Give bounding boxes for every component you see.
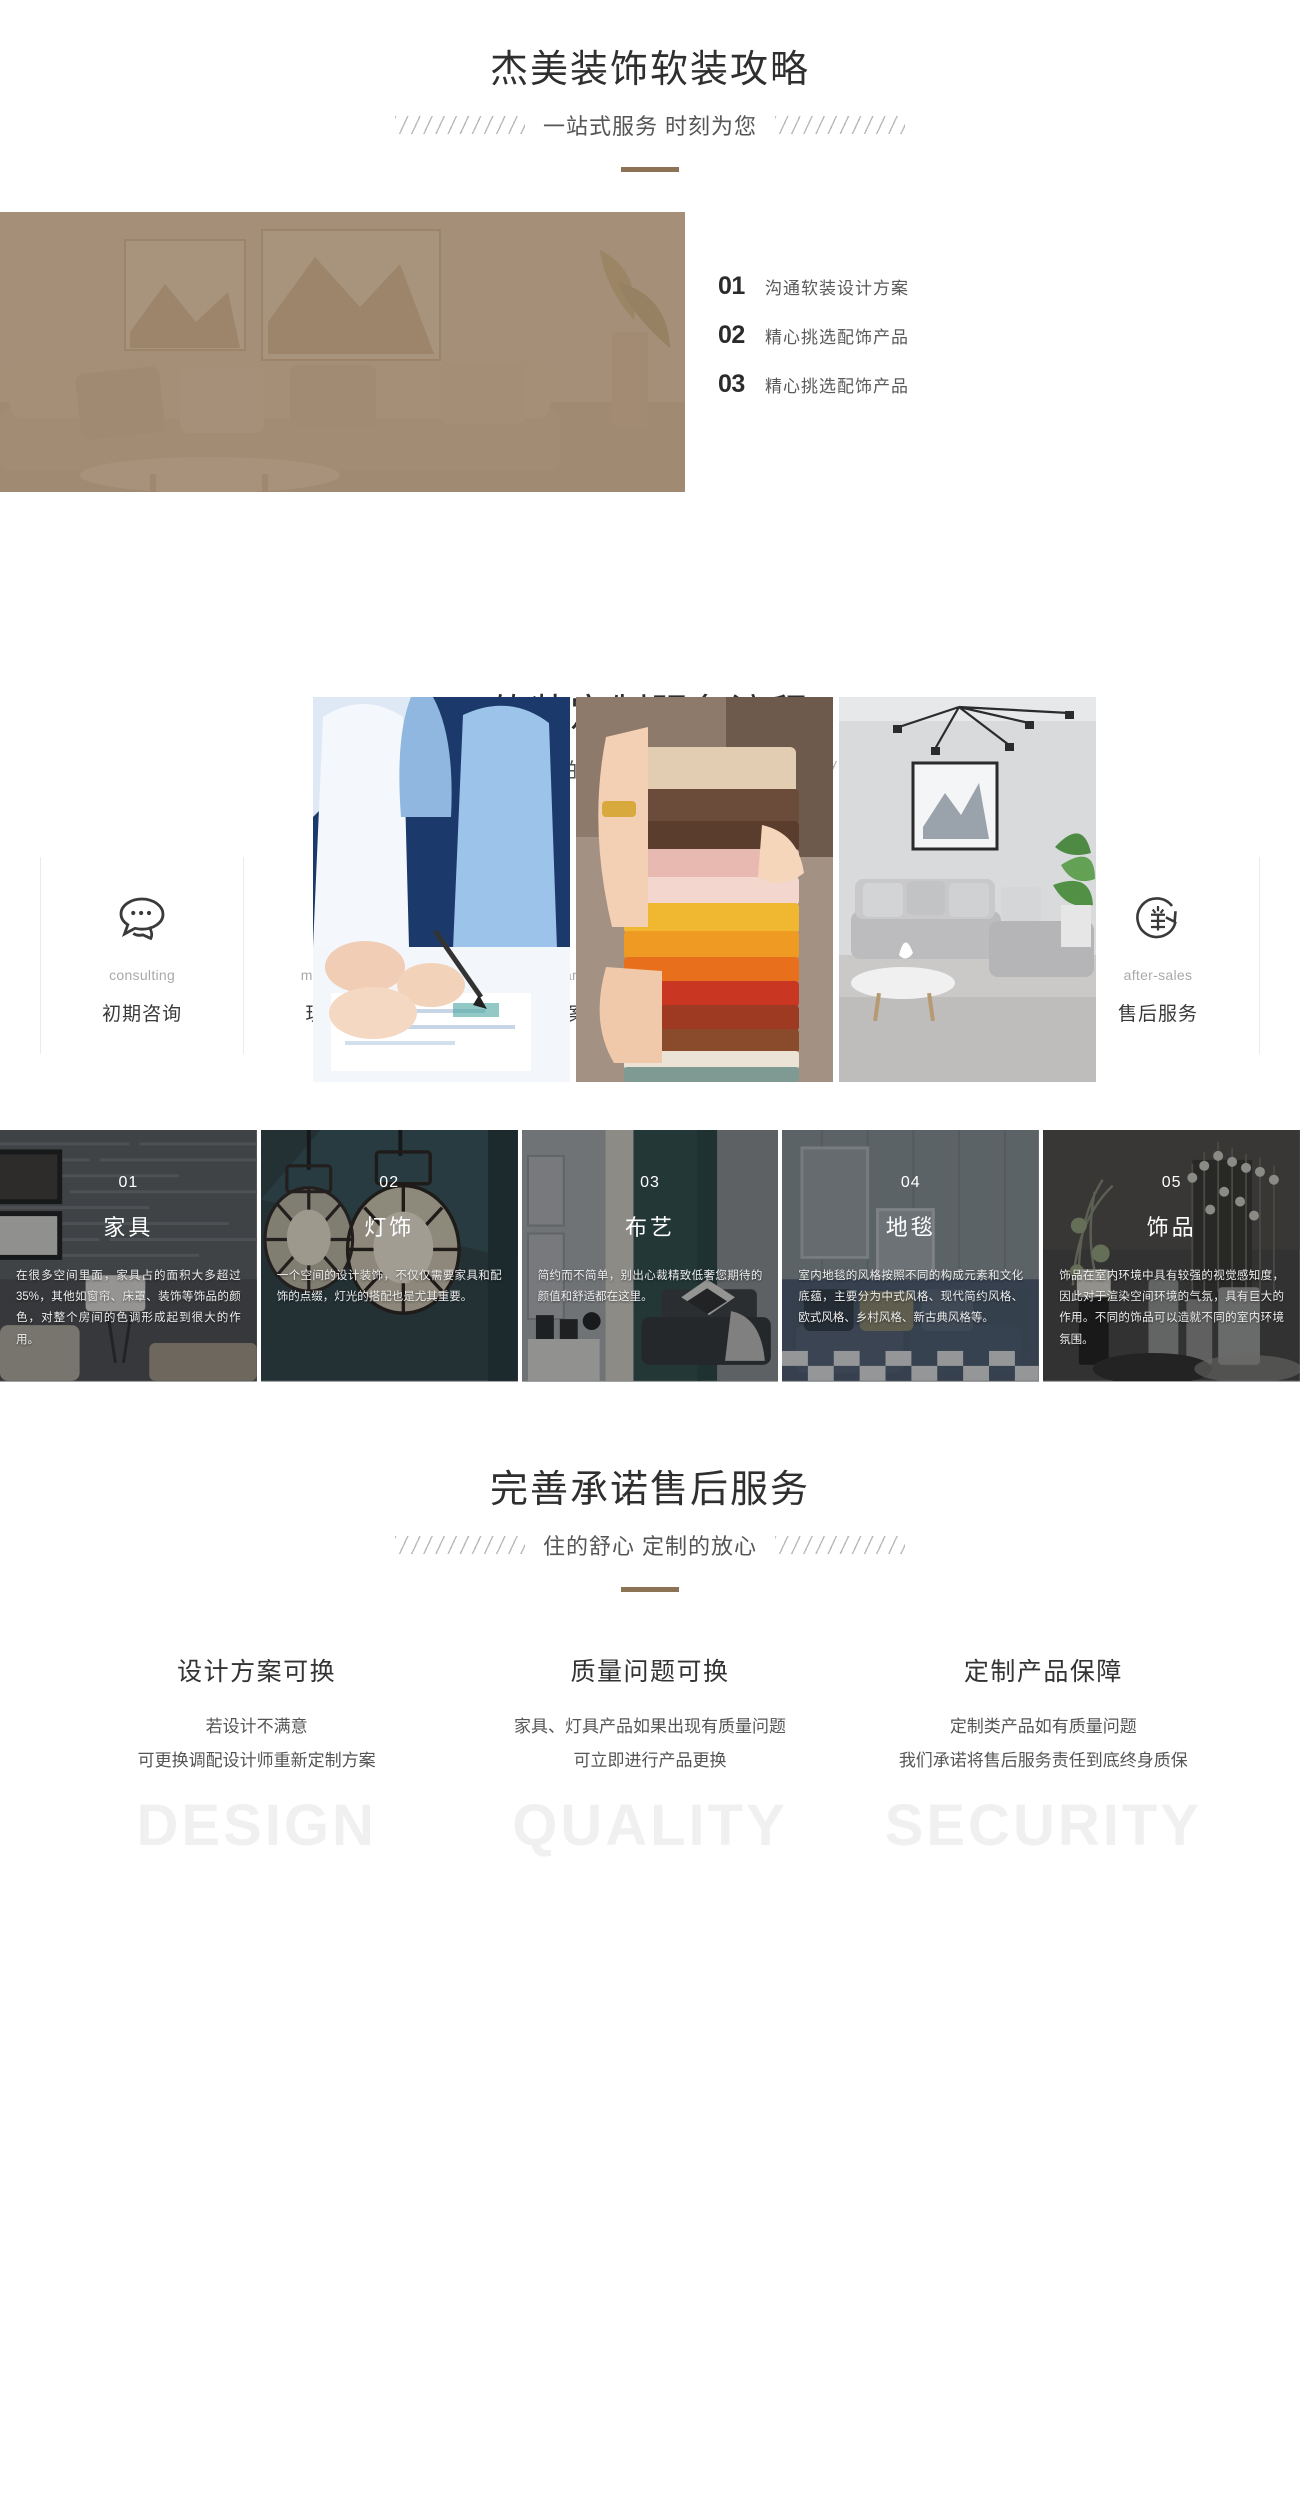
hero-step-item: 02 精心挑选配饰产品 [718, 321, 909, 350]
card-title: 家具 [103, 1214, 154, 1240]
promise-line-1: 若设计不满意 [205, 1717, 308, 1737]
card-description: 饰品在室内环境中具有较强的视觉感知度，因此对于渲染空间环境的气氛，具有巨大的作用… [1059, 1269, 1284, 1346]
card-content: 04 地毯 室内地毯的风格按照不同的构成元素和文化底蕴，主要分为中式风格、现代简… [782, 1130, 1039, 1382]
promise-heading: 定制产品保障 [963, 1658, 1123, 1687]
hatch-decoration-left [394, 116, 525, 135]
hero-step-number: 02 [718, 321, 745, 350]
category-card-decor[interactable]: 05 饰品 饰品在室内环境中具有较强的视觉感知度，因此对于渲染空间环境的气氛，具… [1043, 1129, 1300, 1382]
hero-step-number: 01 [718, 272, 745, 301]
category-card-grid: 01 家具 在很多空间里面，家具占的面积大多超过35%，其他如窗帘、床罩、装饰等… [0, 1129, 1300, 1382]
promise-line-2: 可立即进行产品更换 [573, 1750, 727, 1770]
hero-photo-consultation [313, 697, 570, 1083]
card-number: 04 [900, 1173, 921, 1191]
hatch-decoration-right [775, 1536, 906, 1555]
bottom-spacer [0, 1859, 1300, 1949]
card-description: 室内地毯的风格按照不同的构成元素和文化底蕴，主要分为中式风格、现代简约风格、欧式… [798, 1269, 1024, 1325]
chat-bubble-icon [45, 889, 239, 951]
hero-color-tint [0, 212, 685, 493]
hero-block: 01 沟通软装设计方案 02 精心挑选配饰产品 03 精心挑选配饰产品 [0, 212, 1300, 1083]
card-description: 简约而不简单，别出心裁精致低奢您期待的颜值和舒适都在这里。 [537, 1269, 763, 1304]
promise-line-1: 家具、灯具产品如果出现有质量问题 [513, 1717, 786, 1737]
hero-photo-fabric [576, 697, 833, 1083]
hero-step-label: 精心挑选配饰产品 [765, 377, 909, 397]
hero-photo-row [313, 697, 1096, 1083]
promise-subtitle: 住的舒心 定制的放心 [542, 1534, 758, 1560]
hatch-decoration-right [775, 116, 906, 135]
card-number: 03 [640, 1173, 660, 1191]
hero-subtitle-row: 一站式服务 时刻为您 [0, 109, 1300, 141]
card-content: 03 布艺 简约而不简单，别出心裁精致低奢您期待的颜值和舒适都在这里。 [522, 1130, 779, 1382]
card-number: 05 [1161, 1173, 1182, 1191]
hero-background-image [0, 212, 685, 493]
promise-line-2: 我们承诺将售后服务责任到底终身质保 [898, 1750, 1188, 1770]
hero-steps-list: 01 沟通软装设计方案 02 精心挑选配饰产品 03 精心挑选配饰产品 [718, 272, 909, 419]
card-number: 02 [379, 1173, 400, 1191]
hero-step-label: 精心挑选配饰产品 [765, 328, 909, 348]
promise-line-2: 可更换调配设计师重新定制方案 [137, 1750, 376, 1770]
promise-watermark: QUALITY [512, 1792, 788, 1858]
promise-line-1: 定制类产品如有质量问题 [949, 1717, 1137, 1737]
category-card-textiles[interactable]: 03 布艺 简约而不简单，别出心裁精致低奢您期待的颜值和舒适都在这里。 [521, 1129, 779, 1382]
promise-heading: 质量问题可换 [570, 1658, 730, 1687]
promise-item-design: 设计方案可换 若设计不满意 可更换调配设计师重新定制方案 DESIGN [60, 1652, 453, 1859]
card-title: 地毯 [885, 1214, 936, 1240]
hero-step-number: 03 [718, 370, 745, 399]
promise-title: 完善承诺售后服务 [489, 1468, 810, 1511]
signing-contract-illustration [313, 697, 570, 1083]
promise-columns: 设计方案可换 若设计不满意 可更换调配设计师重新定制方案 DESIGN 质量问题… [60, 1652, 1240, 1859]
process-step-cn-label: 初期咨询 [102, 1003, 183, 1025]
hero-photo-livingroom [839, 697, 1096, 1083]
hero-step-label: 沟通软装设计方案 [765, 279, 909, 299]
hero-section-header: 杰美装饰软装攻略 一站式服务 时刻为您 [0, 0, 1300, 173]
card-content: 05 饰品 饰品在室内环境中具有较强的视觉感知度，因此对于渲染空间环境的气氛，具… [1043, 1130, 1300, 1382]
accent-bar [621, 1587, 679, 1593]
accent-bar [621, 167, 679, 173]
category-card-carpet[interactable]: 04 地毯 室内地毯的风格按照不同的构成元素和文化底蕴，主要分为中式风格、现代简… [782, 1129, 1040, 1382]
hero-step-item: 03 精心挑选配饰产品 [718, 370, 909, 399]
promise-item-quality: 质量问题可换 家具、灯具产品如果出现有质量问题 可立即进行产品更换 QUALIT… [453, 1652, 846, 1859]
card-title: 布艺 [624, 1214, 675, 1240]
promise-watermark: DESIGN [136, 1792, 377, 1858]
card-content: 02 灯饰 一个空间的设计装饰，不仅仅需要家具和配饰的点缀，灯光的搭配也是尤其重… [261, 1130, 518, 1382]
promise-watermark: SECURITY [884, 1792, 1202, 1858]
card-number: 01 [118, 1173, 139, 1191]
category-card-lighting[interactable]: 02 灯饰 一个空间的设计装饰，不仅仅需要家具和配饰的点缀，灯光的搭配也是尤其重… [260, 1129, 518, 1382]
promise-subtitle-row: 住的舒心 定制的放心 [0, 1529, 1300, 1561]
hero-subtitle: 一站式服务 时刻为您 [542, 114, 758, 140]
hatch-decoration-left [394, 1536, 525, 1555]
promise-item-security: 定制产品保障 定制类产品如有质量问题 我们承诺将售后服务责任到底终身质保 SEC… [847, 1652, 1240, 1859]
grey-livingroom-illustration [839, 697, 1096, 1083]
process-step-en-label: consulting [109, 966, 176, 983]
fabric-swatches-illustration [576, 697, 833, 1083]
card-title: 灯饰 [364, 1214, 415, 1240]
card-description: 在很多空间里面，家具占的面积大多超过35%，其他如窗帘、床罩、装饰等饰品的颜色，… [16, 1269, 241, 1346]
category-card-furniture[interactable]: 01 家具 在很多空间里面，家具占的面积大多超过35%，其他如窗帘、床罩、装饰等… [0, 1129, 257, 1382]
card-title: 饰品 [1146, 1214, 1197, 1240]
card-content: 01 家具 在很多空间里面，家具占的面积大多超过35%，其他如窗帘、床罩、装饰等… [0, 1130, 257, 1382]
card-description: 一个空间的设计装饰，不仅仅需要家具和配饰的点缀，灯光的搭配也是尤其重要。 [276, 1269, 502, 1304]
process-step-consulting[interactable]: consulting 初期咨询 [40, 856, 243, 1054]
promise-section-header: 完善承诺售后服务 住的舒心 定制的放心 [0, 1382, 1300, 1593]
hero-step-item: 01 沟通软装设计方案 [718, 272, 909, 301]
promise-heading: 设计方案可换 [177, 1658, 337, 1687]
page-title: 杰美装饰软装攻略 [489, 49, 810, 91]
